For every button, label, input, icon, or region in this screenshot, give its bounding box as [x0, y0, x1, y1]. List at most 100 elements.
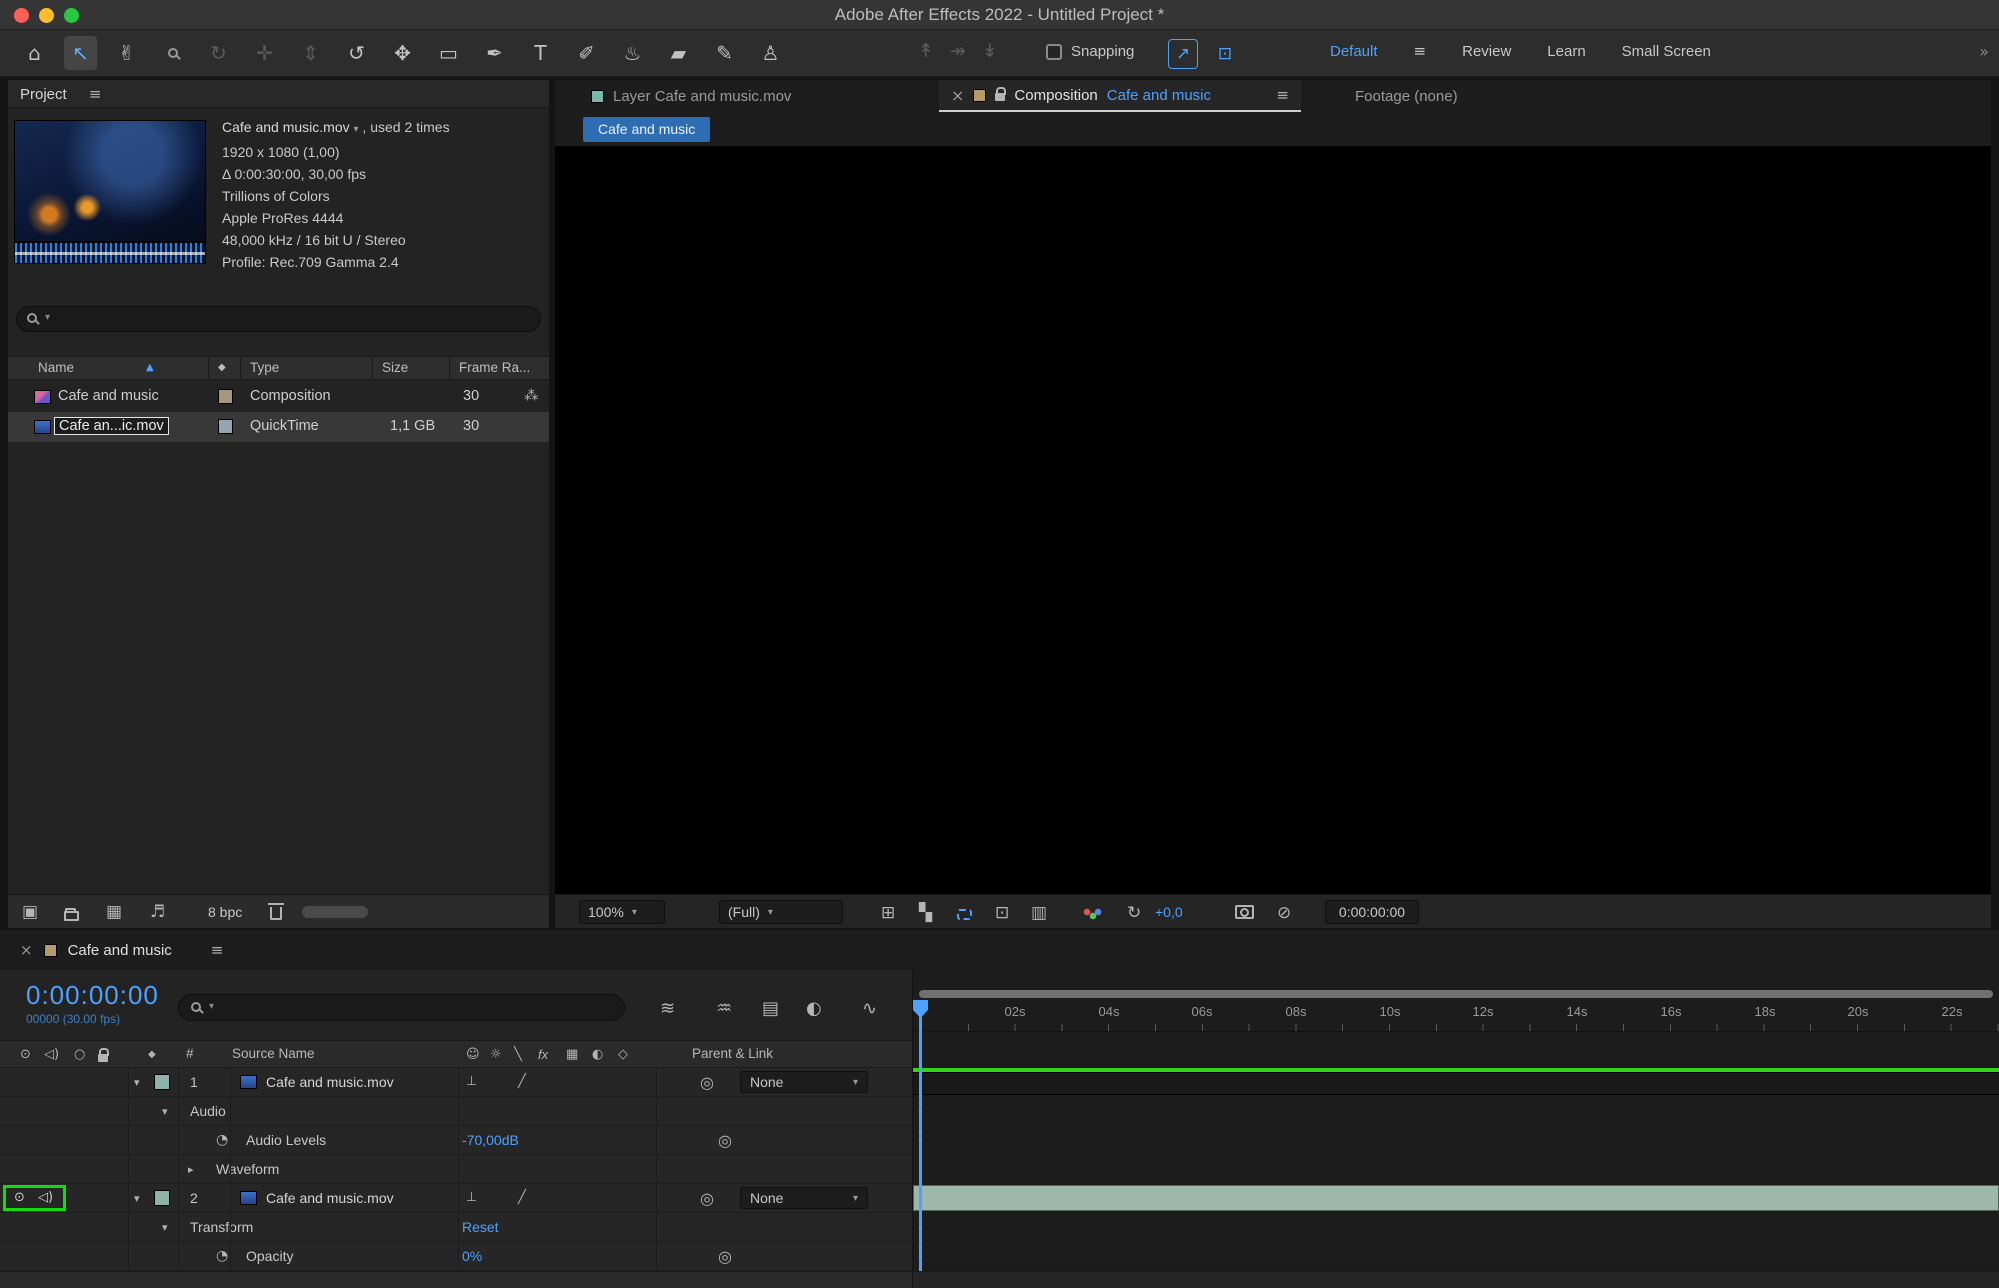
preview-time-display[interactable]: 0:00:00:00	[1325, 900, 1419, 924]
pan-camera-tool-icon[interactable]: ✛	[248, 36, 281, 70]
workspace-default[interactable]: Default	[1330, 43, 1378, 60]
toolbar-overflow-icon[interactable]: »	[1979, 42, 1989, 61]
timeline-tab-label[interactable]: Cafe and music	[68, 942, 172, 959]
column-name[interactable]: Name	[38, 360, 74, 375]
snapping-checkbox[interactable]	[1046, 44, 1062, 60]
layer-expand-chevron-icon[interactable]: ▾	[134, 1076, 140, 1089]
dolly-camera-tool-icon[interactable]: ⇕	[294, 36, 327, 70]
label-column-icon[interactable]: ◆	[218, 362, 226, 373]
transform-group-row[interactable]: ▾ Transform Reset	[0, 1213, 912, 1242]
timeline-search-input[interactable]: ▾	[178, 994, 625, 1021]
project-tab-label[interactable]: Project	[20, 86, 67, 103]
project-footer-scrollbar[interactable]	[302, 906, 368, 918]
quality-switch[interactable]: ⊥	[466, 1190, 477, 1205]
sort-ascending-icon[interactable]: ▲	[146, 362, 154, 373]
used-in-flowchart-icon[interactable]: ⁂	[524, 388, 539, 404]
quality-switch-icon[interactable]: ╲	[514, 1047, 522, 1062]
workspace-learn[interactable]: Learn	[1547, 43, 1585, 60]
fx-switch-icon[interactable]: fx	[538, 1047, 548, 1062]
label-color-swatch[interactable]	[218, 389, 233, 404]
footage-name-caret-icon[interactable]: ▾	[354, 124, 359, 135]
rotation-tool-icon[interactable]: ↺	[340, 36, 373, 70]
layer-source-name[interactable]: Cafe and music.mov	[266, 1190, 394, 1206]
property-label[interactable]: Audio Levels	[246, 1132, 326, 1148]
transparency-grid-icon[interactable]: ▚	[919, 903, 932, 923]
composition-mini-flowchart-icon[interactable]: ≋	[660, 998, 675, 1019]
new-composition-icon[interactable]: ▦	[106, 902, 122, 922]
snap-to-edges-icon[interactable]: ↗	[1168, 39, 1198, 69]
parent-pickwhip-icon[interactable]: ◎	[700, 1073, 714, 1092]
column-size[interactable]: Size	[382, 360, 408, 375]
group-collapsed-chevron-icon[interactable]: ▸	[188, 1163, 194, 1176]
lock-column-icon[interactable]	[98, 1050, 108, 1065]
audio-enabled-icon[interactable]: ◁)	[38, 1190, 53, 1205]
parent-link-column[interactable]: Parent & Link	[692, 1046, 773, 1061]
project-av-settings-icon[interactable]: ♬	[150, 902, 165, 922]
project-panel-menu-icon[interactable]: ≡	[89, 85, 102, 103]
new-folder-icon[interactable]	[64, 906, 79, 926]
source-name-column[interactable]: Source Name	[232, 1046, 315, 1061]
workspace-menu-icon[interactable]: ≡	[1414, 42, 1427, 60]
property-value[interactable]: 0%	[462, 1248, 482, 1264]
pixel-aspect-correction-icon[interactable]: ▥	[1031, 903, 1047, 923]
shy-switch-icon[interactable]: ☺	[466, 1047, 480, 1062]
layer1-duration-bar[interactable]	[913, 1072, 1999, 1095]
opacity-row[interactable]: ◔ Opacity 0% ◎	[0, 1242, 912, 1271]
collapse-switch-icon[interactable]: ☼	[490, 1047, 502, 1062]
pan-behind-tool-icon[interactable]: ✥	[386, 36, 419, 70]
time-ruler[interactable]: 02s 04s 06s 08s 10s 12s 14s 16s 18s 20s …	[913, 1002, 1999, 1032]
color-depth-button[interactable]: 8 bpc	[208, 904, 242, 920]
layer-color-swatch[interactable]	[154, 1190, 170, 1206]
puppet-pin-tool-icon[interactable]: ♙	[754, 36, 787, 70]
pen-tool-icon[interactable]: ✒	[478, 36, 511, 70]
stopwatch-icon[interactable]: ◔	[216, 1132, 228, 1148]
motion-blur-switch-icon[interactable]: ◐	[592, 1047, 603, 1062]
layer-source-name[interactable]: Cafe and music.mov	[266, 1074, 394, 1090]
property-pickwhip-icon[interactable]: ◎	[718, 1131, 732, 1150]
group-label[interactable]: Audio	[190, 1103, 226, 1119]
parent-pickwhip-icon[interactable]: ◎	[700, 1189, 714, 1208]
local-axis-mode-icon[interactable]: ↟	[918, 40, 934, 62]
timeline-panel-menu-icon[interactable]: ≡	[211, 941, 224, 959]
interpret-footage-icon[interactable]: ▣	[22, 902, 38, 922]
comp-tab-name[interactable]: Cafe and music	[1107, 87, 1211, 104]
label-color-swatch[interactable]	[218, 419, 233, 434]
layer-viewer-tab[interactable]: Layer Cafe and music.mov	[591, 80, 791, 112]
workspace-review[interactable]: Review	[1462, 43, 1511, 60]
clone-stamp-tool-icon[interactable]: ♨	[616, 36, 649, 70]
layer-row-1[interactable]: ▾ 1 Cafe and music.mov ⊥ ╱ ◎ None ▾	[0, 1068, 912, 1097]
waveform-row[interactable]: ▸ Waveform	[0, 1155, 912, 1184]
composition-breadcrumb-chip[interactable]: Cafe and music	[583, 117, 710, 142]
parent-dropdown[interactable]: None ▾	[740, 1071, 868, 1093]
eraser-tool-icon[interactable]: ▰	[662, 36, 695, 70]
orbit-camera-tool-icon[interactable]: ↻	[202, 36, 235, 70]
draft-3d-icon[interactable]: ♒	[716, 998, 732, 1019]
label-column-icon[interactable]: ◆	[148, 1049, 156, 1060]
layer-row-2[interactable]: ⊙ ◁) ▾ 2 Cafe and music.mov ⊥ ╱ ◎ None ▾	[0, 1184, 912, 1213]
stopwatch-icon[interactable]: ◔	[216, 1248, 228, 1264]
time-navigator-bar[interactable]	[919, 990, 1993, 998]
graph-editor-icon[interactable]: ∿	[862, 998, 877, 1019]
close-tab-icon[interactable]: ×	[20, 941, 33, 959]
zoom-tool-icon[interactable]	[156, 36, 189, 70]
solo-column-icon[interactable]: ○	[74, 1047, 85, 1062]
project-row-composition[interactable]: Cafe and music Composition 30 ⁂	[8, 382, 549, 412]
project-search-input[interactable]: ▾	[16, 306, 541, 332]
reset-exposure-icon[interactable]: ↻	[1127, 903, 1141, 923]
workspace-small-screen[interactable]: Small Screen	[1622, 43, 1711, 60]
hand-tool-icon[interactable]: ✌	[110, 36, 143, 70]
region-of-interest-icon[interactable]: ⊡	[995, 903, 1009, 923]
footage-tab-label[interactable]: Footage (none)	[1355, 88, 1458, 105]
property-pickwhip-icon[interactable]: ◎	[718, 1247, 732, 1266]
current-time-indicator-line[interactable]	[919, 1002, 922, 1288]
frame-blending-icon[interactable]: ◐	[806, 998, 822, 1019]
column-frame-rate[interactable]: Frame Ra...	[459, 360, 530, 375]
hide-shy-layers-icon[interactable]: ▤	[762, 998, 779, 1019]
column-type[interactable]: Type	[250, 360, 279, 375]
draft-switch[interactable]: ╱	[518, 1074, 526, 1089]
item-name[interactable]: Cafe and music	[58, 388, 159, 404]
show-channel-icon[interactable]	[1083, 905, 1102, 925]
current-time-display[interactable]: 0:00:00:00	[26, 980, 159, 1011]
layer-tab-label[interactable]: Layer Cafe and music.mov	[613, 88, 791, 105]
close-tab-icon[interactable]: ×	[951, 86, 964, 105]
